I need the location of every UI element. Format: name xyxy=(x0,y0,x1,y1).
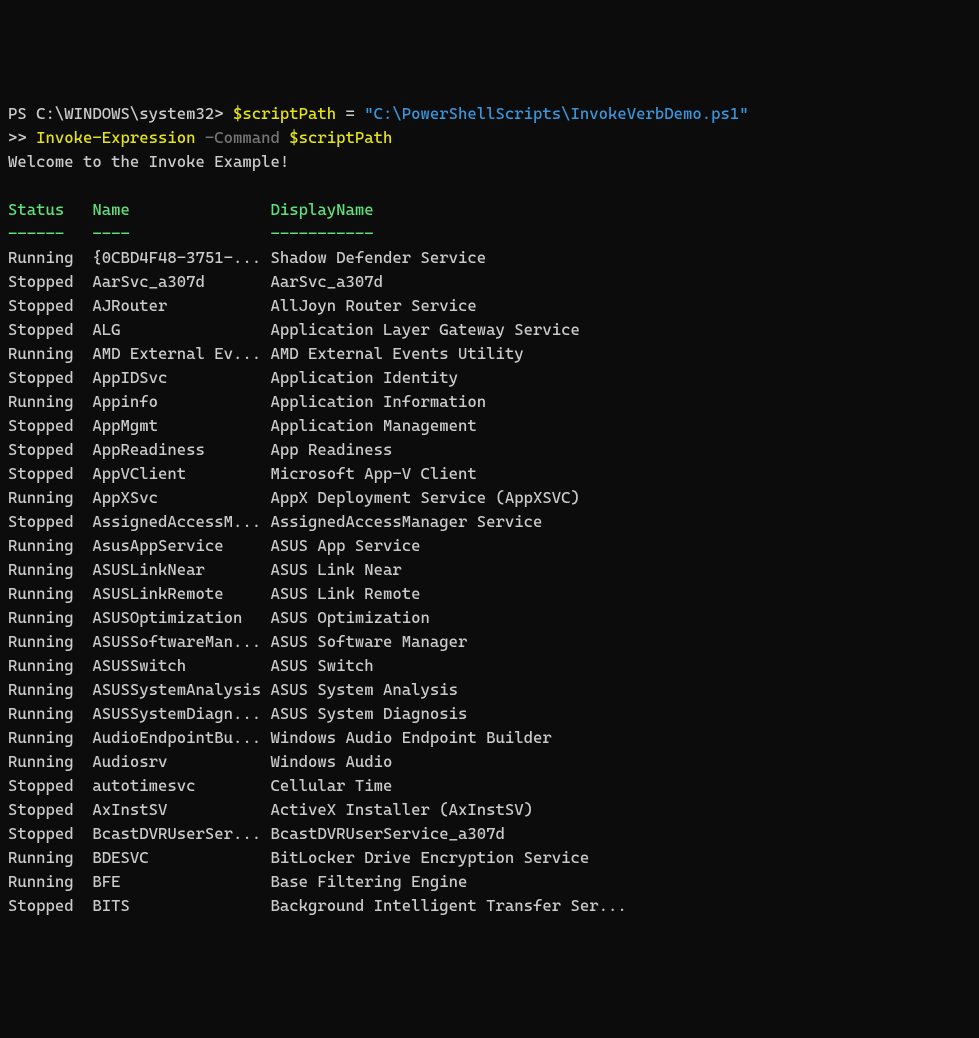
prompt-line-2: >> Invoke-Expression -Command $scriptPat… xyxy=(8,128,392,147)
variable-ref: $scriptPath xyxy=(289,128,392,147)
service-list: Running {0CBD4F48-3751-... Shadow Defend… xyxy=(8,246,971,918)
cmdlet-name: Invoke-Expression xyxy=(36,128,195,147)
prompt-gt: > xyxy=(214,104,233,123)
prompt-line-1: PS C:\WINDOWS\system32> $scriptPath = "C… xyxy=(8,104,749,123)
terminal-output[interactable]: PS C:\WINDOWS\system32> $scriptPath = "C… xyxy=(8,102,971,918)
variable-name: $scriptPath xyxy=(233,104,336,123)
table-header: Status Name DisplayName xyxy=(8,200,374,219)
prompt-path: C:\WINDOWS\system32 xyxy=(36,104,214,123)
parameter-name: -Command xyxy=(205,128,280,147)
equals-op: = xyxy=(336,104,364,123)
string-literal: "C:\PowerShellScripts\InvokeVerbDemo.ps1… xyxy=(364,104,748,123)
ps-prefix: PS xyxy=(8,104,36,123)
table-header-dashes: ------ ---- ----------- xyxy=(8,224,374,243)
continuation-prompt: >> xyxy=(8,128,36,147)
welcome-message: Welcome to the Invoke Example! xyxy=(8,152,289,171)
